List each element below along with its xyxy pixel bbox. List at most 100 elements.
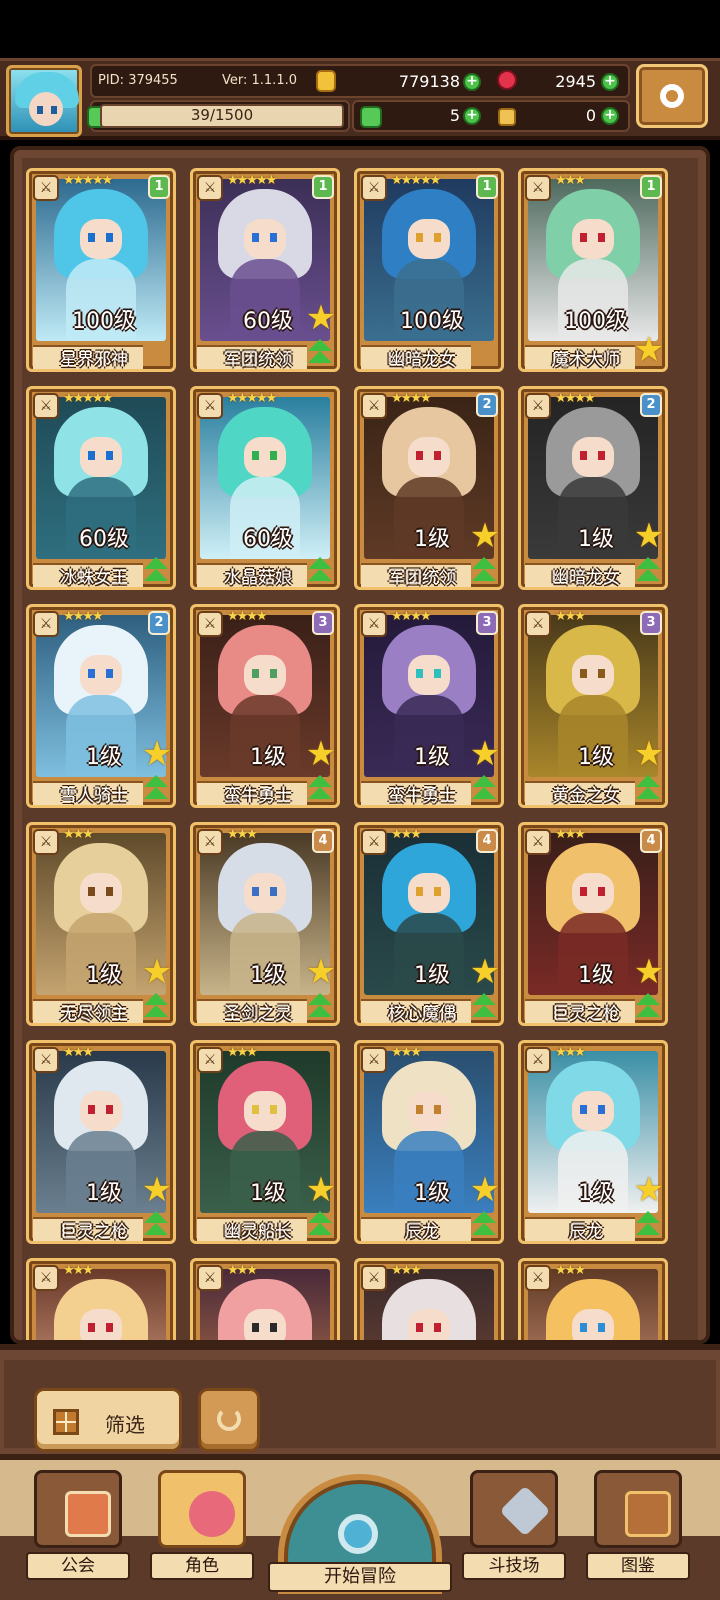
character-card[interactable]: ⚔ ★★★: [354, 1258, 504, 1340]
character-card[interactable]: ⚔ ★★★ 3 1级 黄金之女 ★: [518, 604, 668, 808]
nav-character-label: 角色: [150, 1552, 254, 1580]
character-card[interactable]: ⚔ ★★★ 1级 幽灵船长 ★: [190, 1040, 340, 1244]
character-card[interactable]: ⚔ ★★★★★ 1 100级 幽暗龙女: [354, 168, 504, 372]
character-card[interactable]: ⚔ ★★★ 4 1级 圣剑之灵 ★: [190, 822, 340, 1026]
star-rating: ★★★: [555, 609, 586, 624]
character-name: 幽暗龙女: [552, 568, 620, 588]
nav-codex[interactable]: 图鉴: [586, 1470, 692, 1580]
nav-codex-label: 图鉴: [586, 1552, 690, 1580]
nav-character[interactable]: 角色: [150, 1470, 256, 1580]
character-card[interactable]: ⚔ ★★★★ 3 1级 蛮牛勇士 ★: [354, 604, 504, 808]
level-up-arrow-icon: [469, 775, 499, 803]
portrait-eye-right: [270, 1105, 277, 1114]
class-type-icon: ⚔: [33, 611, 59, 637]
filter-button[interactable]: 筛选: [34, 1388, 182, 1452]
settings-button[interactable]: [636, 64, 708, 128]
portrait-eye-left: [252, 1105, 259, 1114]
character-card[interactable]: ⚔ ★★★ 1级 辰龙 ★: [354, 1040, 504, 1244]
portrait-eye-right: [270, 887, 277, 896]
character-card[interactable]: ⚔ ★★★★ 3 1级 蛮牛勇士 ★: [190, 604, 340, 808]
add-gem-button[interactable]: +: [601, 73, 619, 91]
portrait-eye-left: [88, 1105, 95, 1114]
star-upgrade-icon: ★: [141, 952, 173, 992]
gear-icon: [660, 84, 684, 108]
character-name: 雪人骑士: [60, 786, 128, 806]
character-card[interactable]: ⚔ ★★★ 1级 无尽领主 ★: [26, 822, 176, 1026]
portrait-eye-right: [434, 451, 441, 460]
star-rating: ★★★: [391, 1263, 422, 1278]
character-card[interactable]: ⚔ ★★★: [190, 1258, 340, 1340]
character-name: 辰龙: [569, 1222, 603, 1242]
portrait-eye-left: [580, 1323, 587, 1332]
character-card[interactable]: ⚔ ★★★ 1 100级 魔术大师 ★: [518, 168, 668, 372]
character-grid[interactable]: ⚔ ★★★★★ 1 100级 星界邪神 ⚔ ★★★★★ 1 60级 军团统领 ★ ⚔ ★★★★★ 1 100…: [22, 158, 698, 1340]
star-upgrade-icon: ★: [469, 1170, 501, 1210]
portrait-face: [572, 873, 614, 913]
add-bone-button[interactable]: +: [601, 107, 619, 125]
level-up-arrow-icon: [141, 1211, 171, 1239]
player-id: PID: 379455: [98, 73, 178, 88]
filter-button-label: 筛选: [105, 1413, 145, 1437]
portrait-eye-right: [598, 669, 605, 678]
add-gold-button[interactable]: +: [463, 73, 481, 91]
clover-count: 5: [449, 106, 460, 125]
portrait-face: [572, 655, 614, 695]
character-card[interactable]: ⚔ ★★★ 4 1级 核心魔偶 ★: [354, 822, 504, 1026]
star-rating: ★★★: [227, 827, 258, 842]
portrait-eye-right: [434, 669, 441, 678]
refresh-icon: [217, 1407, 241, 1431]
portrait-eye-left: [252, 233, 259, 242]
class-type-icon: ⚔: [525, 1047, 551, 1073]
class-type-icon: ⚔: [525, 829, 551, 855]
portrait-face: [408, 873, 450, 913]
star-rating: ★★★: [391, 827, 422, 842]
nav-arena[interactable]: 斗技场: [462, 1470, 568, 1580]
star-rating: ★★★★: [227, 609, 268, 624]
portrait-face: [244, 655, 286, 695]
nav-guild[interactable]: 公会: [26, 1470, 132, 1580]
character-card[interactable]: ⚔ ★★★★★ 1 100级 星界邪神: [26, 168, 176, 372]
star-upgrade-icon: ★: [633, 952, 665, 992]
character-card[interactable]: ⚔ ★★★ 4 1级 巨灵之枪 ★: [518, 822, 668, 1026]
portrait-eye-right: [598, 451, 605, 460]
nav-start-adventure[interactable]: 开始冒险: [268, 1474, 452, 1600]
portrait-eye-right: [434, 887, 441, 896]
star-upgrade-icon: ★: [469, 734, 501, 774]
portrait-eye-right: [270, 233, 277, 242]
character-name: 圣剑之灵: [224, 1004, 292, 1024]
player-avatar[interactable]: [6, 65, 82, 137]
add-clover-button[interactable]: +: [463, 107, 481, 125]
portrait-eye-left: [88, 1323, 95, 1332]
class-type-icon: ⚔: [361, 1265, 387, 1291]
gold-amount: 779138: [398, 72, 460, 91]
portrait-eye-right: [434, 233, 441, 242]
character-card[interactable]: ⚔ ★★★★★ 60级 冰蛛女王: [26, 386, 176, 590]
character-grid-frame: ⚔ ★★★★★ 1 100级 星界邪神 ⚔ ★★★★★ 1 60级 军团统领 ★ ⚔ ★★★★★ 1 100…: [10, 146, 710, 1344]
portrait-face: [244, 437, 286, 477]
portrait-eye-left: [416, 1105, 423, 1114]
character-card[interactable]: ⚔ ★★★: [518, 1258, 668, 1340]
character-card[interactable]: ⚔ ★★★ 1级 巨灵之枪 ★: [26, 1040, 176, 1244]
star-rating: ★★★★: [63, 609, 104, 624]
character-card[interactable]: ⚔ ★★★: [26, 1258, 176, 1340]
star-upgrade-icon: ★: [633, 1170, 665, 1210]
character-card[interactable]: ⚔ ★★★★★ 1 60级 军团统领 ★: [190, 168, 340, 372]
portrait-face: [408, 1091, 450, 1131]
level-up-arrow-icon: [305, 339, 335, 367]
refresh-button[interactable]: [198, 1388, 260, 1452]
character-card[interactable]: ⚔ ★★★★ 2 1级 幽暗龙女 ★: [518, 386, 668, 590]
portrait-face: [244, 1091, 286, 1131]
character-card[interactable]: ⚔ ★★★★★ 60级 水晶菇娘: [190, 386, 340, 590]
character-card[interactable]: ⚔ ★★★ 1级 辰龙 ★: [518, 1040, 668, 1244]
character-face-icon: [189, 1491, 235, 1537]
portrait-eye-right: [106, 1323, 113, 1332]
portrait-eye-left: [416, 233, 423, 242]
character-card[interactable]: ⚔ ★★★★ 2 1级 雪人骑士 ★: [26, 604, 176, 808]
portrait-eye-left: [416, 1323, 423, 1332]
character-name: 水晶菇娘: [224, 568, 292, 588]
class-type-icon: ⚔: [361, 1047, 387, 1073]
star-upgrade-icon: ★: [633, 330, 665, 370]
portrait-eye-left: [252, 1323, 259, 1332]
character-card[interactable]: ⚔ ★★★★ 2 1级 军团统领 ★: [354, 386, 504, 590]
star-rating: ★★★★: [391, 609, 432, 624]
